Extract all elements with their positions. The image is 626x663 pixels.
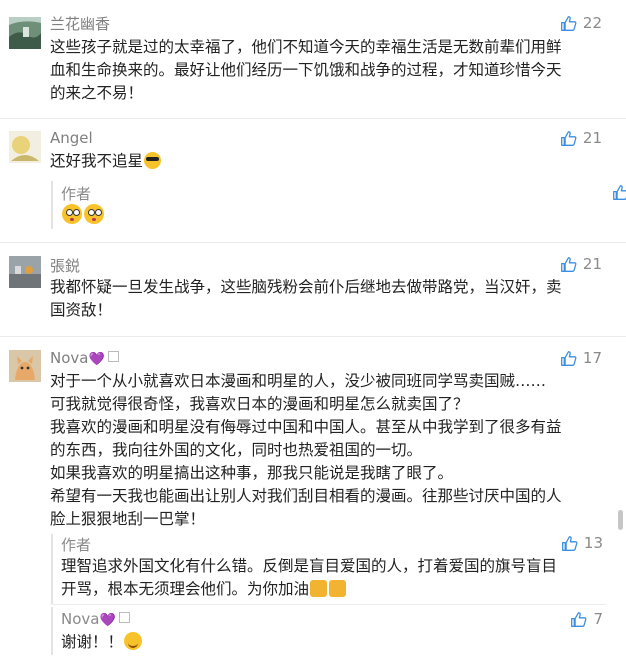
comment-line: 对于一个从小就喜欢日本漫画和明星的人，没少被同班同学骂卖国贼…… [50,372,547,390]
avatar[interactable] [9,350,41,382]
sunglasses-emoji-icon [144,152,162,169]
comment-line: 我喜欢的漫画和明星没有侮辱过中国和中国人。甚至从中我学到了很多有益 [50,418,562,436]
comment-text: 这些孩子就是过的太幸福了，他们不知道今天的幸福生活是无数前辈们用鲜 血和生命换来… [50,36,605,105]
thumbs-up-icon [560,256,577,272]
reply-author[interactable]: 作者 [61,183,91,204]
comment-line: 血和生命换来的。最好让他们经历一下饥饿和战争的过程，才知道珍惜今天 [50,61,562,79]
reply-thread: 作者 4 [51,181,626,229]
avatar[interactable] [9,256,41,288]
comment-line: 脸上狠狠地刮一巴掌！ [50,510,206,528]
comment-line: 可我就觉得很奇怪，我喜欢日本的漫画和明星怎么就卖国了？ [50,395,469,413]
like-button[interactable]: 17 [560,349,602,367]
comment-line-text: 还好我不追星 [50,152,144,170]
reply-text: 谢谢！！ [61,631,143,654]
comment-text: 我都怀疑一旦发生战争，这些脑残粉会前仆后继地去做带路党，当汉奸，卖 国资敌！ [50,276,605,322]
comment-line: 我都怀疑一旦发生战争，这些脑残粉会前仆后继地去做带路党，当汉奸，卖 [50,278,562,296]
heart-icon: 💜 [99,613,116,628]
comment-line: 如果我喜欢的明星搞出这种事，那我只能说是我瞎了眼了。 [50,464,454,482]
scrollbar-thumb[interactable] [618,510,623,530]
reply-text: 理智追求外国文化有什么错。反倒是盲目爱国的人，打着爱国的旗号盲目 开骂，根本无须… [61,555,557,601]
comment-line: 的东西，我向往外国的文化，同时也热爱祖国的一切。 [50,441,423,459]
thumbs-up-icon [560,15,577,31]
like-count: 13 [583,534,603,552]
comment-text: 对于一个从小就喜欢日本漫画和明星的人，没少被同班同学骂卖国贼…… 可我就觉得很奇… [50,370,605,531]
comment-line: 还好我不追星 [50,150,605,173]
avatar[interactable] [9,131,41,163]
thumbs-up-icon [571,611,587,627]
thumbs-up-icon [561,535,578,551]
comment-text: 还好我不追星 [50,150,605,173]
reply-line-text: 开骂，根本无须理会他们。为你加油 [61,580,310,598]
reply-line-text: 谢谢！！ [61,633,124,651]
reply-author-text: Nova [61,610,100,628]
thumbs-up-icon [560,350,577,366]
thumbs-up-emoji-icon [329,580,347,597]
reply-text [61,204,105,228]
badge-icon [118,612,130,623]
commenter-name[interactable]: 張鋭 [50,255,80,276]
like-button[interactable]: 13 [561,534,603,552]
comment-line: 的来之不易！ [50,84,144,102]
like-count: 7 [593,610,603,628]
comment-line: 希望有一天我也能画出让别人对我们刮目相看的漫画。往那些讨厌中国的人 [50,487,562,505]
like-count: 21 [582,129,602,147]
reply-thread: 作者 13 理智追求外国文化有什么错。反倒是盲目爱国的人，打着爱国的旗号盲目 开… [51,534,603,604]
divider [0,336,626,337]
commenter-name[interactable]: 兰花幽香 [50,13,110,34]
divider [0,118,626,119]
commenter-name-text: Nova [50,349,89,367]
like-button[interactable]: 21 [560,129,602,147]
reply-author[interactable]: Nova💜 [61,610,130,628]
like-count: 22 [582,14,602,32]
reply-author[interactable]: 作者 [61,534,91,555]
heart-icon: 💜 [88,352,105,367]
smile-emoji-icon [124,632,143,650]
avatar[interactable] [9,17,41,49]
like-button[interactable]: 7 [570,610,603,628]
thumbs-up-icon [560,130,577,146]
flushed-emoji-icon [84,204,104,224]
thumbs-up-icon [613,184,626,200]
commenter-name[interactable]: Nova💜 [50,349,119,367]
reply-line: 理智追求外国文化有什么错。反倒是盲目爱国的人，打着爱国的旗号盲目 [61,557,558,575]
like-count: 17 [582,349,602,367]
reply-line: 开骂，根本无须理会他们。为你加油 [61,578,557,601]
like-button[interactable]: 22 [560,14,602,32]
comment-line: 国资敌！ [50,301,113,319]
comment-line: 这些孩子就是过的太幸福了，他们不知道今天的幸福生活是无数前辈们用鲜 [50,38,562,56]
flushed-emoji-icon [62,204,82,224]
badge-icon [107,351,119,362]
divider [0,242,626,243]
thumbs-up-emoji-icon [310,580,328,597]
reply-thread: Nova💜 7 谢谢！！ [51,607,603,655]
divider [51,604,606,605]
like-button[interactable]: 4 [612,183,626,201]
like-count: 21 [582,255,602,273]
commenter-name[interactable]: Angel [50,129,93,147]
like-button[interactable]: 21 [560,255,602,273]
